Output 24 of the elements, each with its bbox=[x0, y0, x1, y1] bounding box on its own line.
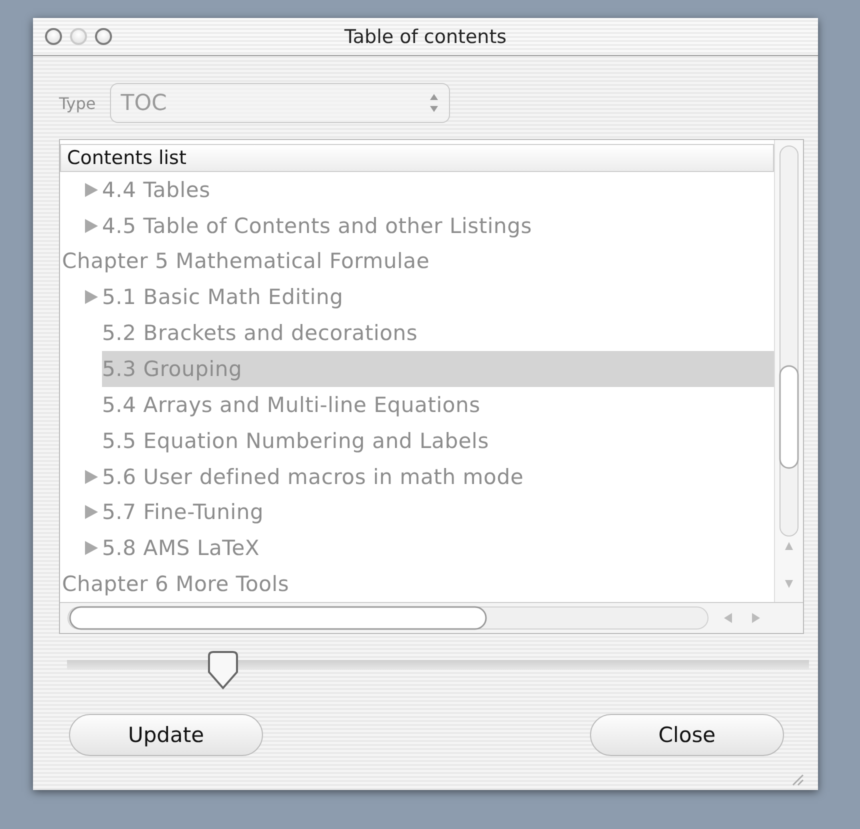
tree-item[interactable]: 5.6 User defined macros in math mode bbox=[102, 464, 524, 489]
stepper-arrows-icon bbox=[428, 92, 439, 114]
tree-item[interactable]: 5.1 Basic Math Editing bbox=[102, 285, 344, 310]
tree-item[interactable]: 5.5 Equation Numbering and Labels bbox=[102, 428, 489, 453]
tree-item[interactable]: Chapter 6 More Tools bbox=[62, 572, 290, 596]
tree-item[interactable]: 5.7 Fine-Tuning bbox=[102, 500, 264, 524]
type-dropdown[interactable]: TOC bbox=[110, 83, 450, 123]
tree-item[interactable]: 4.4 Tables bbox=[102, 178, 210, 202]
tree-item[interactable]: 5.2 Brackets and decorations bbox=[102, 321, 418, 346]
dialog-button[interactable]: Update bbox=[69, 714, 263, 756]
window-title: Table of contents bbox=[344, 26, 507, 48]
zoom-button[interactable] bbox=[95, 28, 112, 45]
column-header: Contents list bbox=[60, 144, 774, 172]
tree-item[interactable]: 5.3 Grouping bbox=[102, 351, 774, 388]
close-button[interactable] bbox=[45, 28, 62, 45]
tree-item[interactable]: 5.4 Arrays and Multi-line Equations bbox=[102, 392, 480, 417]
resize-grip-icon[interactable] bbox=[790, 772, 804, 786]
tree-item[interactable]: 5.8 AMS LaTeX bbox=[102, 536, 260, 560]
tree-item[interactable]: Chapter 5 Mathematical Formulae bbox=[62, 249, 430, 274]
minimize-button[interactable] bbox=[70, 28, 87, 45]
type-label: Type bbox=[59, 94, 96, 112]
slider-thumb[interactable] bbox=[206, 650, 240, 690]
dialog-button[interactable]: Close bbox=[590, 714, 784, 756]
tree-item[interactable]: 4.5 Table of Contents and other Listings bbox=[102, 214, 532, 238]
